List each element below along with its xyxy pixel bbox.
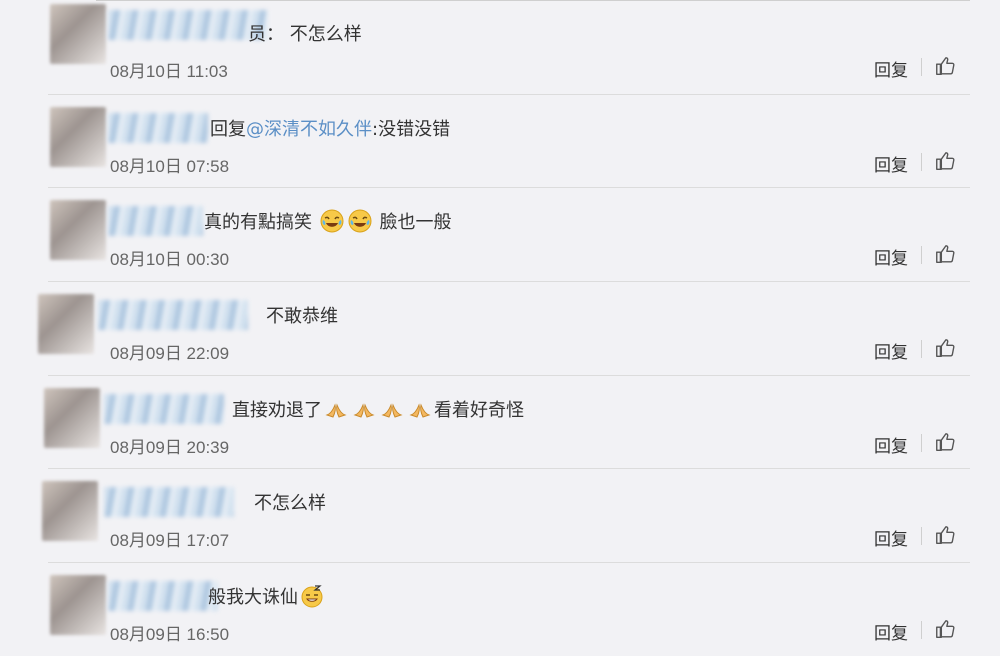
avatar[interactable] — [44, 388, 100, 448]
comment-text-tail: 看着好奇怪 — [434, 400, 524, 421]
avatar[interactable] — [50, 200, 106, 260]
action-divider — [921, 527, 922, 545]
thumbs-up-icon[interactable] — [934, 618, 956, 640]
reply-button[interactable]: 回复 — [874, 56, 908, 81]
comment-text: 员： 不怎么样 — [248, 20, 362, 46]
action-divider — [921, 58, 922, 76]
avatar[interactable] — [50, 575, 106, 635]
comment-text: 真的有點搞笑 臉也一般 — [204, 208, 451, 234]
username-blurred[interactable] — [108, 206, 203, 236]
comment-text-main: 不敢恭维 — [266, 306, 338, 327]
comment-time: 08月09日 20:39 — [110, 438, 230, 457]
comment-text: 回复@深清不如久伴:没错没错 — [210, 115, 450, 141]
comment-item: 真的有點搞笑 臉也一般 08月10日 00:30 回复 — [48, 187, 970, 281]
comment-time: 08月09日 17:07 — [110, 531, 230, 550]
comment-text-main: 不怎么样 — [254, 493, 326, 514]
comment-time: 08月09日 16:50 — [110, 625, 230, 644]
comment-text-main: 般我大诛仙 — [208, 587, 298, 608]
comment-item: 不怎么样 08月09日 17:07 回复 — [42, 468, 970, 562]
username-blurred[interactable] — [108, 113, 208, 143]
crying-laughing-emoji — [348, 209, 372, 233]
action-divider — [921, 153, 922, 171]
comment-text: 般我大诛仙 — [208, 583, 326, 609]
comment-item: 直接劝退了 看着好奇怪 08月09日 20:39 回复 — [44, 375, 970, 469]
comment-text: 直接劝退了 看着好奇怪 — [232, 396, 524, 422]
thumbs-up-icon[interactable] — [934, 524, 956, 546]
thumbs-up-icon[interactable] — [934, 243, 956, 265]
comment-time: 08月09日 22:09 — [110, 344, 230, 363]
reply-button[interactable]: 回复 — [874, 151, 908, 176]
username-blurred[interactable] — [104, 394, 224, 424]
comment-time: 08月10日 11:03 — [110, 62, 228, 81]
thumbs-up-icon[interactable] — [934, 337, 956, 359]
comment-text-main: 员： 不怎么样 — [248, 24, 362, 45]
username-blurred[interactable] — [108, 581, 218, 611]
comment-text: 不怎么样 — [254, 489, 326, 515]
crying-laughing-emoji — [320, 209, 344, 233]
username-blurred[interactable] — [104, 487, 234, 517]
folded-hands-emoji — [353, 403, 375, 418]
action-divider — [921, 621, 922, 639]
reply-prefix: 回复 — [210, 119, 246, 140]
comment-text-main: :没错没错 — [372, 119, 451, 140]
username-blurred[interactable] — [108, 10, 268, 40]
comment-text: 不敢恭维 — [266, 302, 338, 328]
username-blurred[interactable] — [98, 300, 248, 330]
comment-item: 不敢恭维 08月09日 22:09 回复 — [38, 281, 970, 375]
action-divider — [921, 246, 922, 264]
thumbs-up-icon[interactable] — [934, 150, 956, 172]
reply-button[interactable]: 回复 — [874, 244, 908, 269]
comment-item: 般我大诛仙 08月09日 16:50 回复 — [48, 562, 970, 656]
thumbs-up-icon[interactable] — [934, 55, 956, 77]
action-divider — [921, 340, 922, 358]
comment-text-tail: 臉也一般 — [379, 212, 452, 233]
thumbs-up-icon[interactable] — [934, 431, 956, 453]
action-divider — [921, 434, 922, 452]
comment-item: 员： 不怎么样 08月10日 11:03 回复 — [48, 0, 970, 93]
reply-button[interactable]: 回复 — [874, 619, 908, 644]
avatar[interactable] — [42, 481, 98, 541]
comment-time: 08月10日 00:30 — [110, 250, 230, 269]
comment-text-main: 直接劝退了 — [232, 400, 322, 421]
avatar[interactable] — [38, 294, 94, 354]
reply-button[interactable]: 回复 — [874, 525, 908, 550]
sleepy-grin-emoji — [301, 585, 323, 608]
reply-button[interactable]: 回复 — [874, 432, 908, 457]
folded-hands-emoji — [381, 403, 403, 418]
comment-item: 回复@深清不如久伴:没错没错 08月10日 07:58 回复 — [48, 94, 970, 188]
comment-time: 08月10日 07:58 — [110, 157, 230, 176]
avatar[interactable] — [50, 4, 106, 64]
comment-text-main: 真的有點搞笑 — [204, 212, 312, 233]
reply-button[interactable]: 回复 — [874, 338, 908, 363]
mention-link[interactable]: @深清不如久伴 — [246, 119, 372, 140]
folded-hands-emoji — [409, 403, 431, 418]
avatar[interactable] — [50, 107, 106, 167]
folded-hands-emoji — [325, 403, 347, 418]
